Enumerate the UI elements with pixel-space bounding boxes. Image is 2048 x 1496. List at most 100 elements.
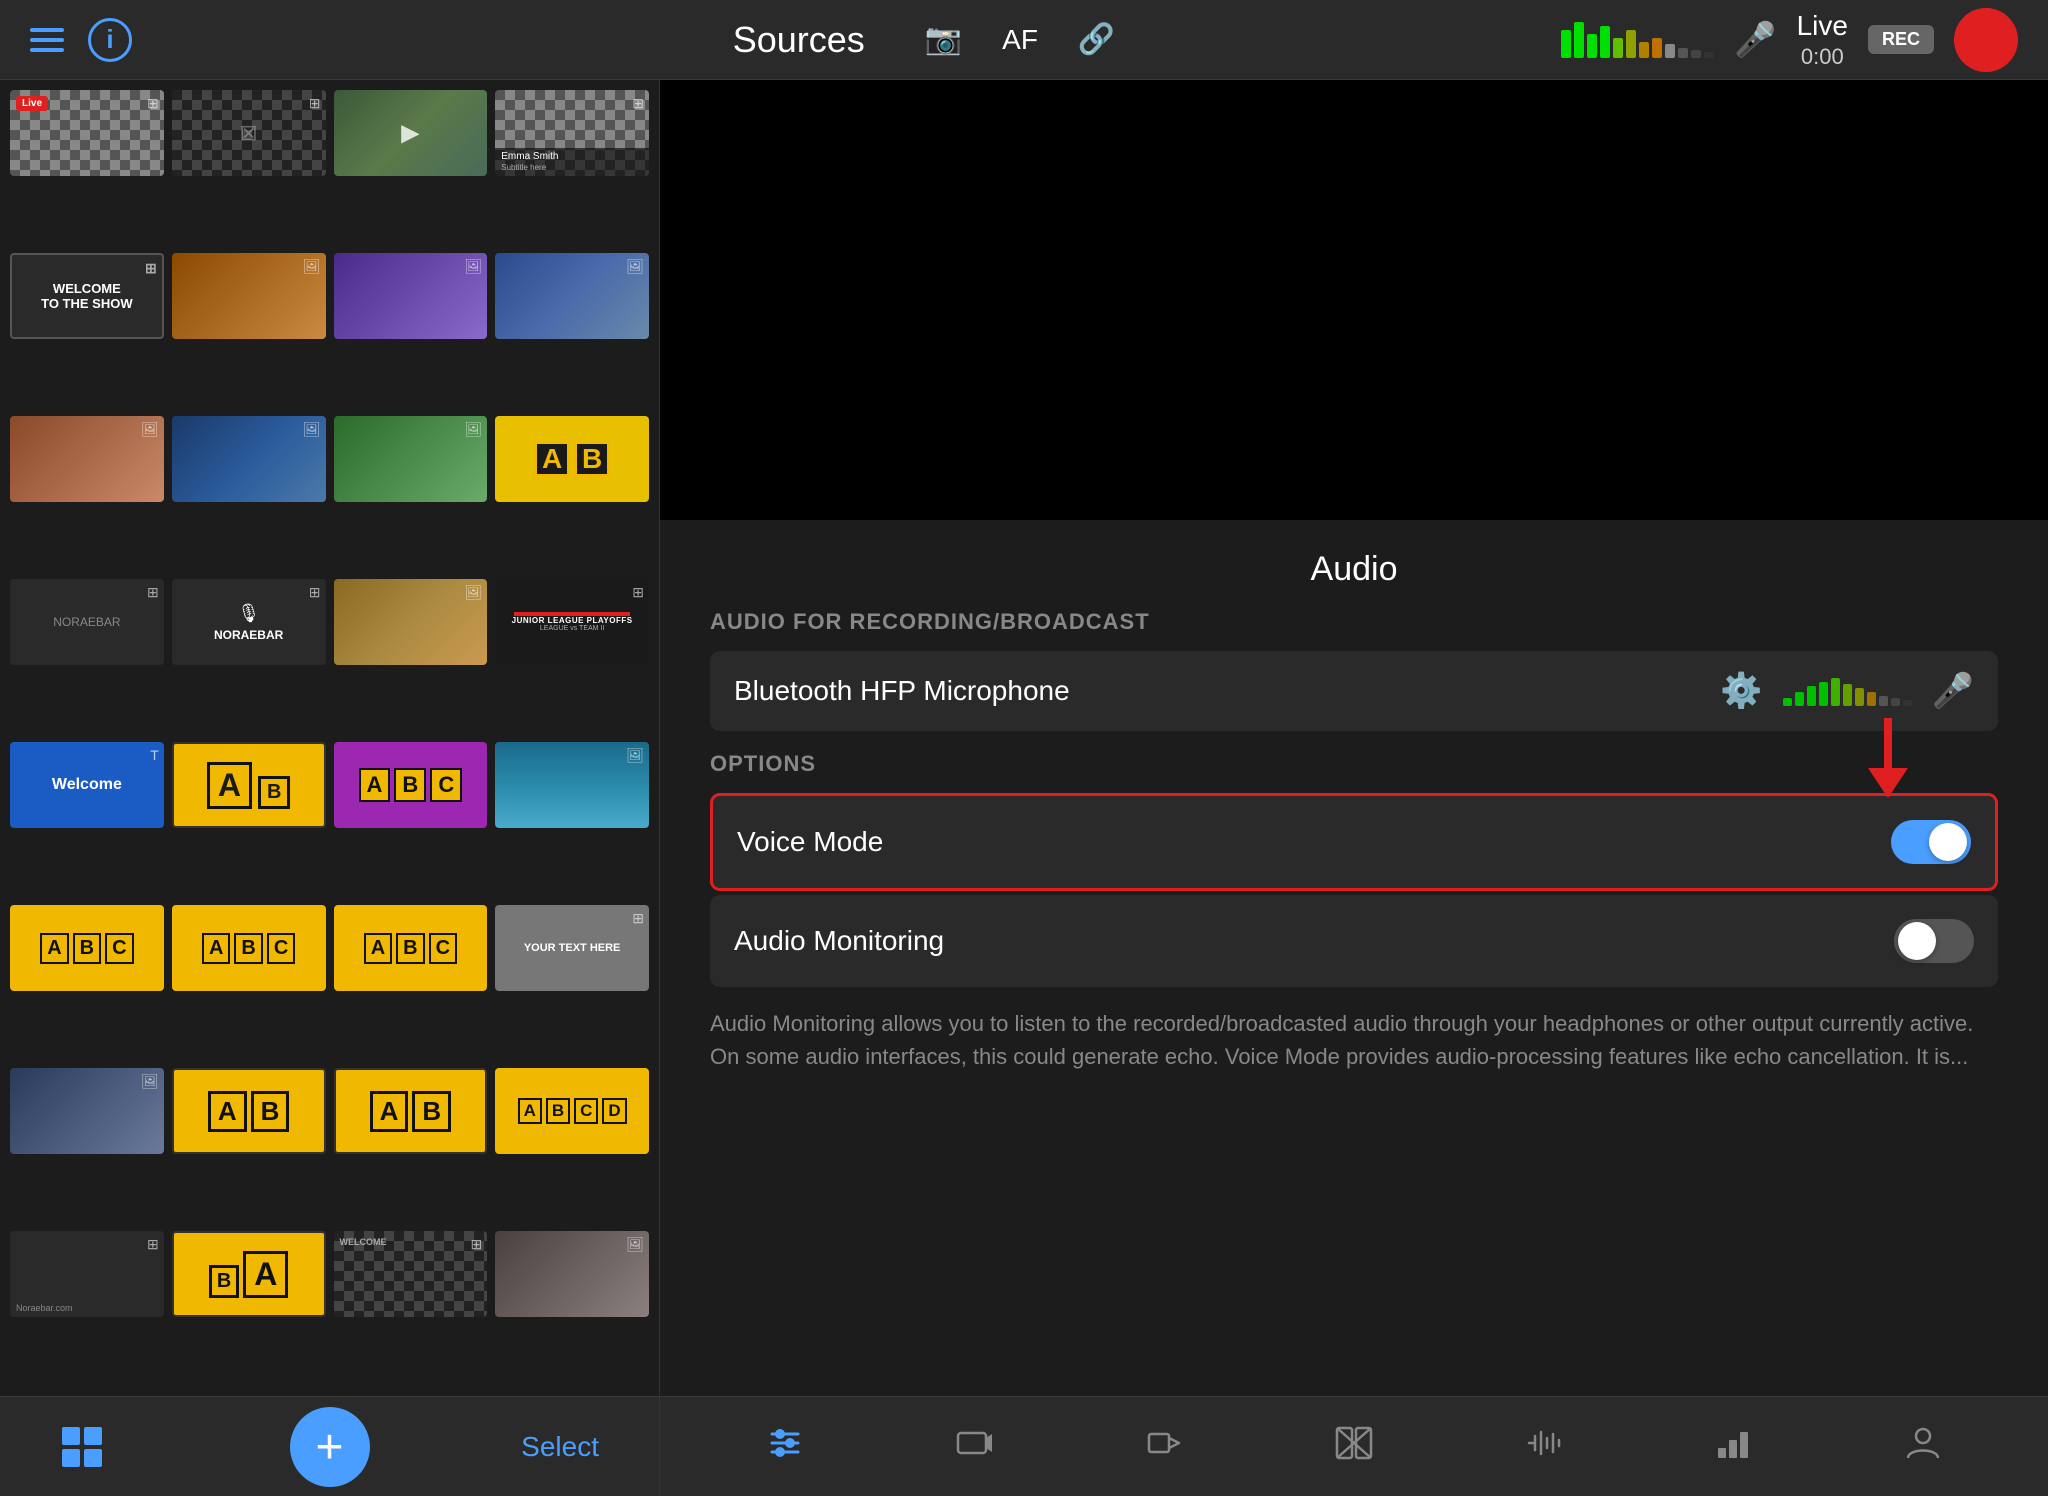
af-label[interactable]: AF — [1002, 24, 1038, 56]
source-thumb-6[interactable]: 🖼 — [172, 253, 326, 339]
person-tab[interactable] — [1904, 1424, 1942, 1470]
record-button[interactable] — [1954, 8, 2018, 72]
image-icon-25: 🖼 — [141, 1073, 159, 1090]
add-source-button[interactable]: + — [290, 1407, 370, 1487]
source-thumb-24[interactable]: ⊞ YOUR TEXT HERE — [495, 905, 649, 991]
source-thumb-30[interactable]: B A — [172, 1231, 326, 1317]
source-thumb-17[interactable]: Welcome T — [10, 742, 164, 828]
menu-button[interactable] — [30, 28, 64, 52]
plus-icon: + — [315, 1420, 343, 1475]
share-icon[interactable]: 🔗 — [1078, 22, 1115, 57]
image-icon-8: 🖼 — [626, 258, 644, 275]
live-badge: Live — [16, 96, 48, 111]
source-thumb-18[interactable]: A B — [172, 742, 326, 828]
image-icon-7: 🖼 — [464, 258, 482, 275]
source-thumb-20[interactable]: 🖼 — [495, 742, 649, 828]
source-thumb-9[interactable]: 🖼 — [10, 416, 164, 502]
source-thumb-27[interactable]: A B — [334, 1068, 488, 1154]
your-text-label: YOUR TEXT HERE — [520, 938, 625, 958]
toggle-knob — [1929, 823, 1967, 861]
preview-area — [660, 80, 2048, 520]
source-thumb-10[interactable]: 🖼 — [172, 416, 326, 502]
audio-monitoring-toggle[interactable] — [1894, 919, 1974, 963]
voice-mode-label: Voice Mode — [737, 826, 1891, 858]
mic-icon: 🎤 — [1734, 20, 1776, 60]
select-button[interactable]: Select — [521, 1431, 599, 1463]
layer-icon-4: ⊞ — [632, 95, 644, 112]
source-thumb-14[interactable]: ⊞ 🎙 NORAEBAR — [172, 579, 326, 665]
abc-c: C — [430, 768, 462, 802]
device-controls: ⚙️ 🎤 — [1720, 671, 1974, 711]
source-thumb-13[interactable]: ⊞ NORAEBAR — [10, 579, 164, 665]
live-timer: 0:00 — [1801, 44, 1844, 70]
source-thumb-3[interactable]: ▶ — [334, 90, 488, 176]
info-button[interactable]: i — [88, 18, 132, 62]
abcd-b: B — [546, 1098, 570, 1124]
audio-info-description: Audio Monitoring allows you to listen to… — [710, 1007, 1998, 1073]
audio-title: Audio — [710, 520, 1998, 609]
right-bottom-bar — [660, 1396, 2048, 1496]
ab-big-a: A — [208, 1091, 247, 1132]
audio-levels-tab[interactable] — [1525, 1424, 1563, 1470]
voice-mode-container: Voice Mode — [710, 793, 1998, 891]
abc3-b: B — [396, 933, 424, 964]
source-thumb-31[interactable]: ⊞ WELCOME — [334, 1231, 488, 1317]
mixer-tab[interactable] — [766, 1424, 804, 1470]
source-thumb-25[interactable]: 🖼 — [10, 1068, 164, 1154]
source-thumb-12[interactable]: A B — [495, 416, 649, 502]
header-right: 🎤 Live 0:00 REC — [1558, 8, 2018, 72]
source-thumb-5[interactable]: ⊞ WELCOMETO THE SHOW — [10, 253, 164, 339]
source-thumb-26[interactable]: A B — [172, 1068, 326, 1154]
source-thumb-1[interactable]: Live ⊞ — [10, 90, 164, 176]
source-thumb-28[interactable]: A B C D — [495, 1068, 649, 1154]
source-thumb-22[interactable]: A B C — [172, 905, 326, 991]
source-thumb-11[interactable]: 🖼 — [334, 416, 488, 502]
voice-mode-row: Voice Mode — [710, 793, 1998, 891]
source-thumb-4[interactable]: ⊞ Emma SmithSubtitle here — [495, 90, 649, 176]
camera-icon[interactable]: 📷 — [925, 22, 962, 57]
big-a: A — [207, 762, 252, 809]
junior-text: JUNIOR LEAGUE PLAYOFFS — [512, 616, 633, 625]
source-thumb-23[interactable]: A B C — [334, 905, 488, 991]
source-thumb-19[interactable]: A B C — [334, 742, 488, 828]
grid-view-button[interactable] — [60, 1425, 104, 1469]
main-area: Live ⊞ ⊞ ⊠ ▶ ⊞ Emma SmithSubtitle here ⊞… — [0, 80, 2048, 1496]
welcome-text: WELCOMETO THE SHOW — [41, 281, 132, 312]
abc-y-c: C — [105, 933, 133, 964]
abc3-c: C — [429, 933, 457, 964]
source-thumb-29[interactable]: ⊞ Noraebar.com — [10, 1231, 164, 1317]
noraebar-text-1: NORAEBAR — [53, 615, 120, 629]
image-icon-15: 🖼 — [464, 584, 482, 601]
abc-y-a: A — [40, 933, 68, 964]
camera-tab[interactable] — [956, 1424, 994, 1470]
layer-icon: ⊞ — [147, 95, 159, 112]
audio-device-row: Bluetooth HFP Microphone ⚙️ — [710, 651, 1998, 731]
source-thumb-15[interactable]: 🖼 — [334, 579, 488, 665]
transitions-tab[interactable] — [1335, 1424, 1373, 1470]
letter-a: A — [534, 441, 570, 477]
settings-gear-icon[interactable]: ⚙️ — [1720, 671, 1762, 711]
device-mic-icon: 🎤 — [1932, 671, 1974, 711]
source-thumb-16[interactable]: ⊞ JUNIOR LEAGUE PLAYOFFS LEAGUE vs TEAM … — [495, 579, 649, 665]
source-thumb-2[interactable]: ⊞ ⊠ — [172, 90, 326, 176]
source-thumb-7[interactable]: 🖼 — [334, 253, 488, 339]
source-thumb-32[interactable]: 🖼 — [495, 1231, 649, 1317]
voice-mode-toggle[interactable] — [1891, 820, 1971, 864]
source-thumb-21[interactable]: A B C — [10, 905, 164, 991]
options-section-label: OPTIONS — [710, 751, 1998, 777]
ab2-b: B — [412, 1091, 451, 1132]
text-icon: T — [150, 747, 159, 763]
source-thumb-8[interactable]: 🖼 — [495, 253, 649, 339]
audio-monitoring-row: Audio Monitoring — [710, 895, 1998, 987]
app-header: i Sources 📷 AF 🔗 🎤 Live 0:00 — [0, 0, 2048, 80]
device-level-bars — [1783, 676, 1912, 706]
header-center: Sources 📷 AF 🔗 — [290, 19, 1558, 61]
goto-tab[interactable] — [1145, 1424, 1183, 1470]
image-icon-9: 🖼 — [141, 421, 159, 438]
small-b: B — [258, 776, 290, 809]
junior-sub: LEAGUE vs TEAM II — [540, 625, 604, 632]
bluetooth-device-name: Bluetooth HFP Microphone — [734, 675, 1720, 707]
abc2-b: B — [234, 933, 262, 964]
stats-tab[interactable] — [1714, 1424, 1752, 1470]
left-bottom-bar: + Select — [0, 1396, 659, 1496]
